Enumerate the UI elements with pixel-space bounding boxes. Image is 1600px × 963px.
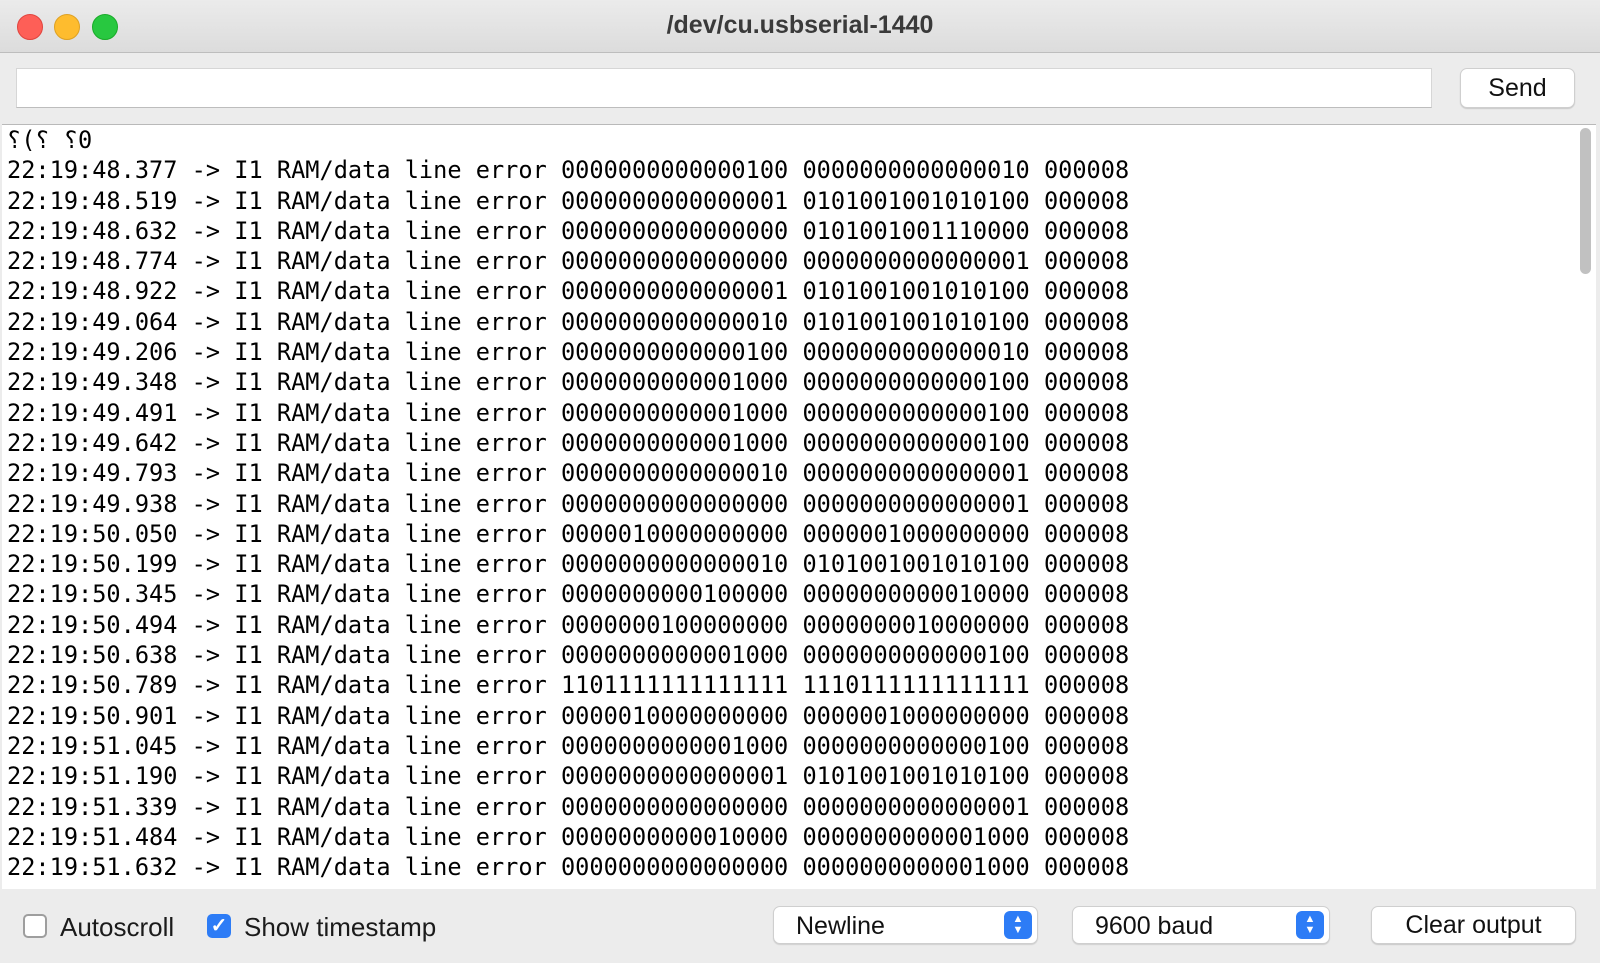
output-line: 22:19:48.774 -> I1 RAM/data line error 0… [7, 247, 1130, 276]
line-ending-value: Newline [796, 912, 885, 940]
serial-monitor-window: /dev/cu.usbserial-1440 Send ⸮(⸮ ⸮0 22:19:… [0, 0, 1600, 963]
baud-rate-value: 9600 baud [1095, 912, 1214, 940]
output-line: 22:19:48.632 -> I1 RAM/data line error 0… [7, 216, 1130, 245]
baud-rate-select[interactable]: 9600 baud ▲ ▼ [1072, 906, 1330, 944]
scrollbar-thumb[interactable] [1580, 128, 1591, 274]
clear-output-button[interactable]: Clear output [1371, 906, 1576, 944]
output-line: 22:19:49.642 -> I1 RAM/data line error 0… [7, 428, 1130, 457]
select-arrows-icon: ▲ ▼ [1004, 911, 1032, 939]
show-timestamp-label[interactable]: Show timestamp [244, 912, 436, 943]
output-text: ⸮(⸮ ⸮0 22:19:48.377 -> I1 RAM/data line e… [7, 125, 1566, 882]
window-title: /dev/cu.usbserial-1440 [666, 11, 934, 39]
select-arrows-icon: ▲ ▼ [1296, 911, 1324, 939]
output-line: 22:19:49.348 -> I1 RAM/data line error 0… [7, 368, 1130, 397]
send-button[interactable]: Send [1460, 68, 1575, 108]
output-line: 22:19:50.638 -> I1 RAM/data line error 0… [7, 641, 1130, 670]
output-line: 22:19:49.793 -> I1 RAM/data line error 0… [7, 459, 1130, 488]
output-line: 22:19:49.064 -> I1 RAM/data line error 0… [7, 307, 1130, 336]
output-line: 22:19:51.632 -> I1 RAM/data line error 0… [7, 853, 1130, 882]
show-timestamp-checkbox[interactable]: ✓ [207, 914, 231, 938]
autoscroll-label[interactable]: Autoscroll [60, 912, 174, 943]
output-line: 22:19:51.190 -> I1 RAM/data line error 0… [7, 762, 1130, 791]
output-line: 22:19:51.045 -> I1 RAM/data line error 0… [7, 731, 1130, 760]
output-line: 22:19:49.206 -> I1 RAM/data line error 0… [7, 338, 1130, 367]
output-line: 22:19:49.491 -> I1 RAM/data line error 0… [7, 398, 1130, 427]
line-ending-select[interactable]: Newline ▲ ▼ [773, 906, 1038, 944]
output-line: 22:19:48.519 -> I1 RAM/data line error 0… [7, 186, 1130, 215]
output-line: 22:19:50.199 -> I1 RAM/data line error 0… [7, 550, 1130, 579]
output-line: 22:19:48.377 -> I1 RAM/data line error 0… [7, 156, 1130, 185]
output-line: 22:19:51.484 -> I1 RAM/data line error 0… [7, 822, 1130, 851]
output-line: 22:19:49.938 -> I1 RAM/data line error 0… [7, 489, 1130, 518]
send-bar: Send [0, 53, 1600, 123]
output-line: ⸮(⸮ ⸮0 [7, 126, 93, 154]
autoscroll-checkbox[interactable] [23, 914, 47, 938]
output-line: 22:19:50.345 -> I1 RAM/data line error 0… [7, 580, 1130, 609]
output-line: 22:19:50.901 -> I1 RAM/data line error 0… [7, 701, 1130, 730]
title-bar: /dev/cu.usbserial-1440 [0, 0, 1600, 53]
output-line: 22:19:50.494 -> I1 RAM/data line error 0… [7, 610, 1130, 639]
checkmark-icon: ✓ [210, 915, 228, 937]
message-input[interactable] [16, 68, 1432, 108]
vertical-scrollbar[interactable] [1578, 128, 1592, 884]
output-line: 22:19:51.339 -> I1 RAM/data line error 0… [7, 792, 1130, 821]
bottom-toolbar: Autoscroll ✓ Show timestamp Newline ▲ ▼ 9… [0, 889, 1600, 963]
serial-output-pane[interactable]: ⸮(⸮ ⸮0 22:19:48.377 -> I1 RAM/data line e… [2, 124, 1596, 890]
output-line: 22:19:50.050 -> I1 RAM/data line error 0… [7, 519, 1130, 548]
output-line: 22:19:50.789 -> I1 RAM/data line error 1… [7, 671, 1130, 700]
output-line: 22:19:48.922 -> I1 RAM/data line error 0… [7, 277, 1130, 306]
